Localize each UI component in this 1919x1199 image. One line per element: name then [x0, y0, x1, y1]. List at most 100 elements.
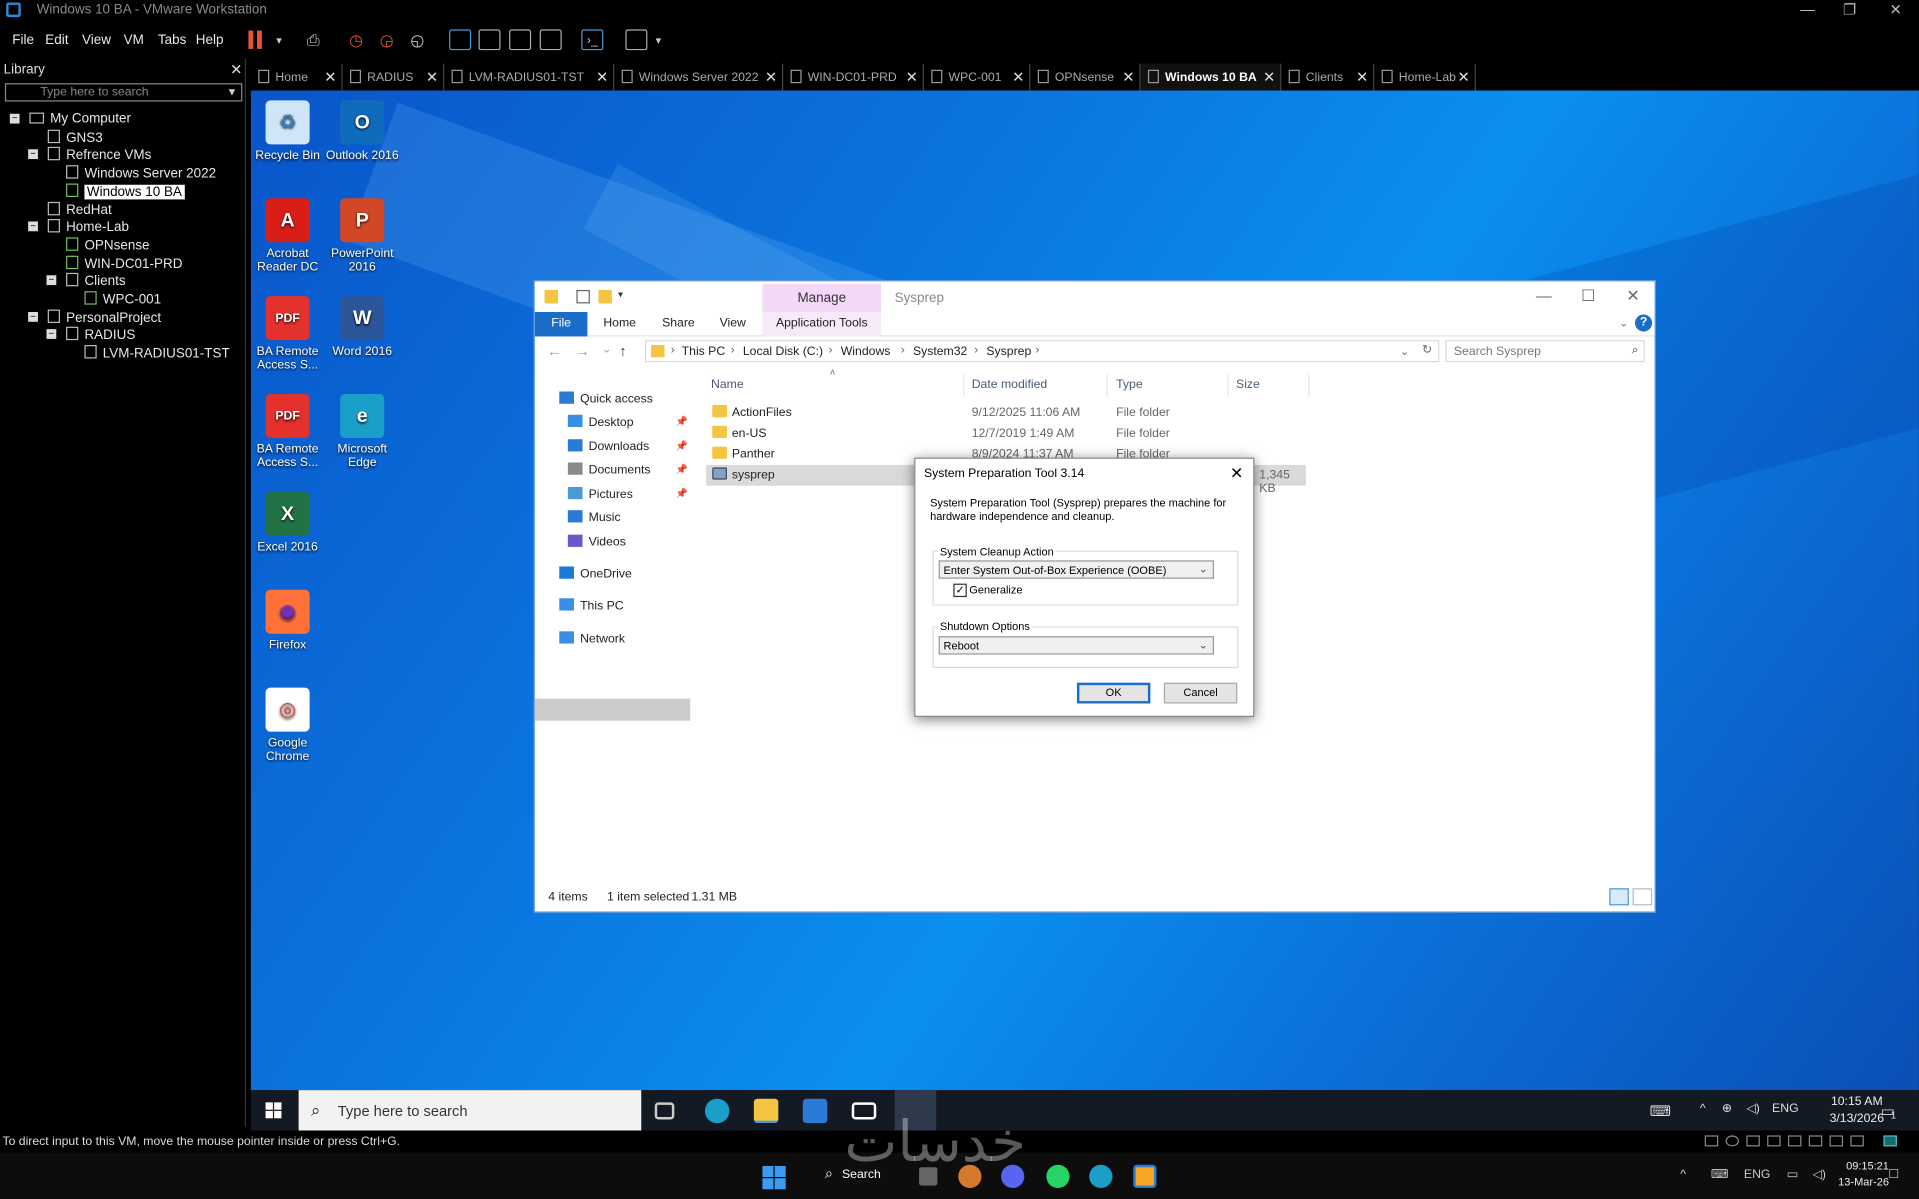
cancel-button[interactable]: Cancel — [1163, 682, 1238, 704]
display-icon[interactable] — [1829, 1135, 1844, 1147]
vm-tab[interactable]: Windows Server 2022 ✕ — [614, 63, 784, 91]
network-icon[interactable]: ▭ — [1787, 1168, 1799, 1181]
volume-icon[interactable]: ◁) — [1812, 1168, 1826, 1181]
details-view-icon[interactable] — [1609, 888, 1629, 906]
customize-quick-access-icon[interactable]: ▾ — [618, 289, 631, 302]
tab-application-tools[interactable]: Application Tools — [762, 311, 882, 337]
collapse-icon[interactable]: − — [28, 311, 38, 322]
back-icon[interactable]: ← — [547, 343, 562, 360]
library-item[interactable]: − Home-Lab — [28, 219, 129, 236]
minimize-icon[interactable]: — — [1536, 286, 1552, 304]
breadcrumb-windows[interactable]: Windows — [841, 345, 891, 358]
pin-icon[interactable]: 📌 — [676, 464, 688, 475]
nav-item[interactable]: OneDrive — [559, 566, 632, 581]
guest-language[interactable]: ENG — [1772, 1102, 1799, 1115]
snapshot-icon[interactable]: ◷ — [345, 29, 367, 51]
library-item[interactable]: OPNsense — [66, 237, 150, 254]
close-tab-icon[interactable]: ✕ — [324, 69, 336, 86]
vm-tab[interactable]: LVM-RADIUS01-TST ✕ — [444, 63, 615, 91]
cleanup-action-select[interactable]: Enter System Out-of-Box Experience (OOBE… — [938, 560, 1215, 579]
library-item[interactable]: Windows 10 BA — [66, 183, 185, 200]
recent-locations-icon[interactable]: ⌄ — [602, 343, 611, 356]
library-item[interactable]: GNS3 — [47, 129, 103, 146]
desktop-shortcut[interactable]: PDF BA Remote Access S... — [251, 296, 324, 372]
desktop-shortcut[interactable]: X Excel 2016 — [251, 491, 324, 554]
file-row[interactable]: ActionFiles 9/12/2025 11:06 AM File folder — [706, 403, 1306, 424]
library-close-icon[interactable]: ✕ — [230, 61, 242, 78]
collapse-icon[interactable]: − — [9, 113, 20, 124]
properties-icon[interactable] — [576, 289, 590, 304]
volume-icon[interactable]: ◁) — [1746, 1102, 1760, 1115]
restore-icon[interactable]: ❐ — [1843, 1, 1856, 18]
library-item[interactable]: Windows Server 2022 — [66, 165, 216, 182]
revert-snapshot-icon[interactable]: ◶ — [376, 29, 398, 51]
file-row[interactable]: en-US 12/7/2019 1:49 AM File folder — [706, 423, 1306, 444]
tab-view[interactable]: View — [720, 317, 746, 330]
close-tab-icon[interactable]: ✕ — [765, 69, 777, 86]
send-ctrl-alt-del-icon[interactable]: ⎙ — [302, 29, 324, 51]
generalize-checkbox[interactable]: ✓ — [953, 583, 967, 598]
close-tab-icon[interactable]: ✕ — [1122, 69, 1134, 86]
menu-help[interactable]: Help — [196, 33, 224, 48]
tab-home[interactable]: Home — [603, 317, 636, 330]
console-icon[interactable]: ›_ — [581, 29, 604, 51]
column-name[interactable]: Name — [711, 378, 744, 391]
task-view-icon[interactable] — [654, 1102, 675, 1120]
menu-vm[interactable]: VM — [124, 33, 144, 48]
menu-tabs[interactable]: Tabs — [158, 33, 186, 48]
show-hidden-icons-icon[interactable]: ^ — [1680, 1168, 1686, 1181]
collapse-icon[interactable]: − — [46, 329, 57, 340]
close-tab-icon[interactable]: ✕ — [426, 69, 438, 86]
vm-tab[interactable]: Home ✕ — [251, 63, 343, 91]
printer-icon[interactable] — [1808, 1135, 1823, 1147]
library-item[interactable]: − RADIUS — [46, 327, 135, 344]
close-icon[interactable]: ✕ — [1890, 1, 1902, 18]
host-windows-start-icon[interactable] — [762, 1165, 786, 1190]
host-language[interactable]: ENG — [1744, 1168, 1771, 1181]
usb-icon[interactable] — [1767, 1135, 1781, 1147]
vm-tab[interactable]: OPNsense ✕ — [1030, 63, 1141, 91]
nav-item[interactable]: Pictures — [567, 486, 633, 502]
close-tab-icon[interactable]: ✕ — [1263, 69, 1275, 86]
library-item[interactable]: LVM-RADIUS01-TST — [84, 345, 230, 362]
power-dropdown-icon[interactable]: ▾ — [268, 29, 290, 51]
guest-search-box[interactable]: ⌕ Type here to search — [298, 1090, 642, 1131]
up-icon[interactable]: ↑ — [619, 343, 626, 360]
library-item[interactable]: WPC-001 — [84, 291, 161, 308]
full-screen-icon[interactable] — [509, 29, 532, 51]
library-view-icon[interactable] — [449, 29, 472, 51]
whatsapp-icon[interactable] — [1046, 1164, 1070, 1189]
vm-tab[interactable]: WPC-001 ✕ — [924, 63, 1031, 91]
windows-start-icon[interactable] — [265, 1102, 283, 1119]
close-tab-icon[interactable]: ✕ — [906, 69, 918, 86]
ok-button[interactable]: OK — [1076, 682, 1151, 704]
edge-icon[interactable] — [1089, 1164, 1113, 1189]
nav-item[interactable]: Quick access — [559, 391, 653, 406]
network-icon[interactable]: ⊕ — [1722, 1102, 1732, 1115]
nav-item[interactable]: Downloads — [567, 439, 649, 454]
host-clock[interactable]: 09:15:21 13-Mar-26 — [1838, 1159, 1889, 1191]
file-explorer-icon[interactable] — [753, 1098, 779, 1124]
collapse-icon[interactable]: − — [28, 221, 38, 232]
thumbnail-view-icon[interactable] — [478, 29, 501, 51]
message-icon[interactable] — [1850, 1135, 1864, 1147]
new-folder-icon[interactable] — [598, 289, 612, 304]
unity-icon[interactable] — [539, 29, 562, 51]
vm-tab[interactable]: RADIUS ✕ — [343, 63, 445, 91]
library-item[interactable]: − My Computer — [9, 111, 131, 128]
vm-tab[interactable]: WIN-DC01-PRD ✕ — [783, 63, 924, 91]
maximize-icon[interactable]: ☐ — [1581, 286, 1595, 306]
large-icons-view-icon[interactable] — [1632, 888, 1653, 906]
keyboard-icon[interactable]: ⌨ — [1650, 1102, 1671, 1119]
store-icon[interactable] — [802, 1098, 828, 1124]
nav-item[interactable]: This PC — [559, 598, 624, 613]
vm-tab[interactable]: Clients ✕ — [1281, 63, 1375, 91]
guest-clock[interactable]: 10:15 AM 3/13/2026 — [1830, 1094, 1884, 1128]
close-tab-icon[interactable]: ✕ — [1458, 69, 1470, 86]
sound-icon[interactable] — [1787, 1135, 1802, 1147]
forward-icon[interactable]: → — [575, 343, 590, 360]
notifications-icon[interactable]: ☐ — [1888, 1168, 1899, 1181]
menu-file[interactable]: File — [12, 33, 34, 48]
close-tab-icon[interactable]: ✕ — [1356, 69, 1368, 86]
library-item[interactable]: − PersonalProject — [28, 309, 161, 326]
